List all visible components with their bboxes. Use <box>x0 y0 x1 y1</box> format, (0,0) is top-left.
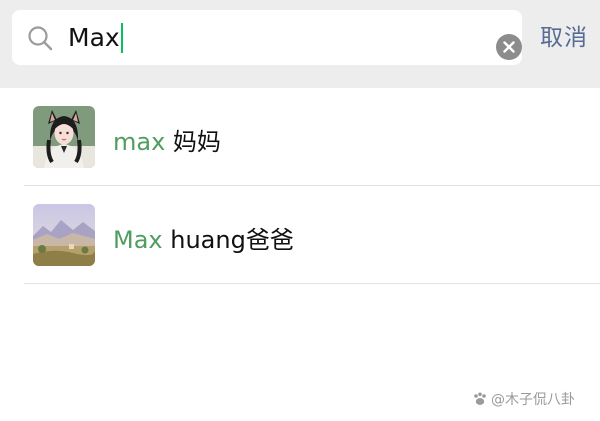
close-icon <box>503 41 515 53</box>
name-rest: huang爸爸 <box>162 226 294 254</box>
contact-name: max 妈妈 <box>113 122 221 157</box>
result-item[interactable]: Max huang爸爸 <box>0 186 600 284</box>
text-caret <box>120 22 123 53</box>
search-box[interactable]: Max <box>12 10 522 65</box>
search-bar: Max 取消 <box>0 0 600 88</box>
name-match-highlight: max <box>113 128 166 156</box>
search-query-text: Max <box>68 23 120 52</box>
name-rest: 妈妈 <box>165 128 221 156</box>
clear-button[interactable] <box>496 34 522 60</box>
avatar <box>33 204 95 266</box>
cancel-button[interactable]: 取消 <box>540 18 588 52</box>
contact-name: Max huang爸爸 <box>113 220 294 255</box>
landscape-avatar <box>33 204 95 266</box>
watermark: @木子侃八卦 <box>472 389 575 409</box>
portrait-avatar <box>33 106 95 168</box>
watermark-text: @木子侃八卦 <box>491 392 575 408</box>
divider <box>24 283 600 284</box>
search-input[interactable]: Max <box>68 10 123 65</box>
paw-icon <box>474 392 486 405</box>
name-match-highlight: Max <box>113 226 163 254</box>
avatar <box>33 106 95 168</box>
result-item[interactable]: max 妈妈 <box>0 88 600 186</box>
search-icon <box>28 26 53 51</box>
